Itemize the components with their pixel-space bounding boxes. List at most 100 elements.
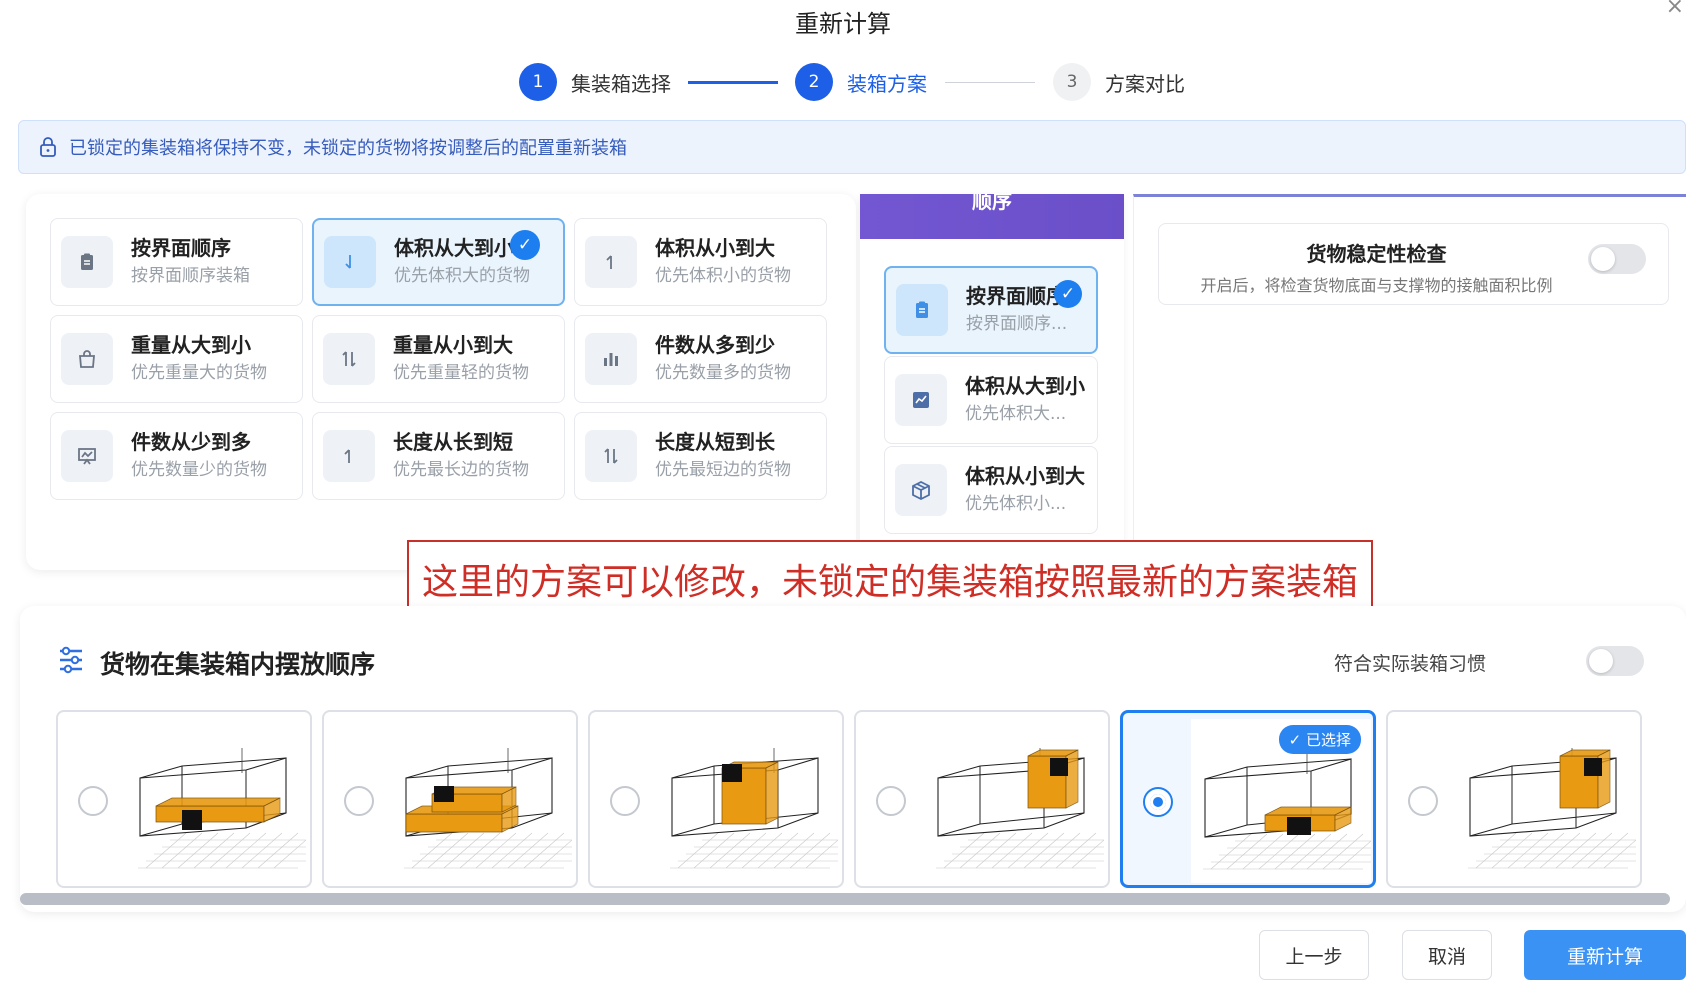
trend-icon xyxy=(895,374,947,426)
order-option-desc: 优先体积大... xyxy=(965,404,1067,424)
container-preview-image xyxy=(392,718,576,882)
recalculate-button[interactable]: 重新计算 xyxy=(1524,930,1686,980)
order-option-card[interactable]: 按界面顺序按界面顺序... ✓ xyxy=(884,266,1098,354)
arrow-up-icon xyxy=(585,236,637,288)
lock-notice: 已锁定的集装箱将保持不变，未锁定的货物将按调整后的配置重新装箱 xyxy=(18,120,1686,174)
bag-icon xyxy=(61,333,113,385)
sort-option-card[interactable]: 体积从大到小 优先体积大的货物 ✓ xyxy=(312,218,565,306)
arrow-up-icon xyxy=(323,430,375,482)
sort-option-desc: 优先重量大的货物 xyxy=(131,363,267,383)
notice-text: 已锁定的集装箱将保持不变，未锁定的货物将按调整后的配置重新装箱 xyxy=(69,138,627,159)
lock-icon xyxy=(40,137,56,157)
step-2-label: 装箱方案 xyxy=(847,71,927,96)
container-preview-image xyxy=(126,718,310,882)
presentation-icon xyxy=(61,430,113,482)
bar-chart-icon xyxy=(585,333,637,385)
stability-panel: 货物稳定性检查 开启后，将检查货物底面与支撑物的接触面积比例 xyxy=(1133,194,1686,576)
sort-option-card[interactable]: 重量从大到小优先重量大的货物 xyxy=(50,315,303,403)
step-1: 1 集装箱选择 xyxy=(519,63,671,101)
sort-option-desc: 优先最长边的货物 xyxy=(393,460,529,480)
step-3-label: 方案对比 xyxy=(1105,71,1185,96)
sort-option-title: 件数从少到多 xyxy=(131,430,251,454)
sort-option-card[interactable]: 体积从小到大优先体积小的货物 xyxy=(574,218,827,306)
container-preview-image xyxy=(924,718,1108,882)
sort-option-card[interactable]: 长度从长到短优先最长边的货物 xyxy=(312,412,565,500)
sort-option-desc: 优先数量多的货物 xyxy=(655,363,791,383)
cancel-button[interactable]: 取消 xyxy=(1402,930,1492,980)
sort-option-title: 长度从长到短 xyxy=(393,430,513,454)
clipboard-icon xyxy=(61,236,113,288)
prev-step-button[interactable]: 上一步 xyxy=(1259,930,1369,980)
step-3: 3 方案对比 xyxy=(1053,63,1185,101)
container-preview-image xyxy=(1456,718,1640,882)
step-3-number: 3 xyxy=(1053,63,1091,101)
clipboard-icon xyxy=(896,284,948,336)
order-panel: 顺序 按界面顺序 按界面顺序... ✓ 体积从大到小 优先体积大... 体积从小到大 优先体… xyxy=(860,194,1124,579)
stability-title: 货物稳定性检查 xyxy=(1306,242,1447,266)
placement-option-radio[interactable] xyxy=(610,786,640,816)
placement-option-radio[interactable] xyxy=(78,786,108,816)
close-icon[interactable]: × xyxy=(1666,0,1684,19)
sort-option-title: 长度从短到长 xyxy=(655,430,775,454)
stability-toggle[interactable] xyxy=(1588,244,1646,274)
placement-option-card[interactable]: ✓ 已选择 xyxy=(1120,710,1376,888)
order-option-desc: 按界面顺序... xyxy=(966,314,1068,334)
placement-option-radio[interactable] xyxy=(1143,787,1173,817)
step-connector-done xyxy=(688,80,778,84)
step-1-label: 集装箱选择 xyxy=(571,71,671,96)
order-option-title: 按界面顺序 xyxy=(966,284,1066,308)
placement-option-card[interactable] xyxy=(56,710,312,888)
horizontal-scrollbar[interactable] xyxy=(20,893,1670,905)
stability-desc: 开启后，将检查货物底面与支撑物的接触面积比例 xyxy=(1200,276,1553,295)
placement-option-card[interactable] xyxy=(588,710,844,888)
sort-option-title: 按界面顺序 xyxy=(131,236,231,260)
order-panel-header: 顺序 xyxy=(860,194,1124,239)
step-2: 2 装箱方案 xyxy=(795,63,927,101)
placement-title: 货物在集装箱内摆放顺序 xyxy=(100,650,376,679)
sort-option-title: 体积从小到大 xyxy=(655,236,775,260)
order-option-card[interactable]: 体积从小到大优先体积小... xyxy=(884,446,1098,534)
check-icon: ✓ xyxy=(1054,280,1082,308)
annotation-text: 这里的方案可以修改，未锁定的集装箱按照最新的方案装箱 xyxy=(421,561,1358,603)
placement-option-card[interactable] xyxy=(1386,710,1642,888)
stepper: 1 集装箱选择 2 装箱方案 3 方案对比 xyxy=(519,60,1185,104)
sort-option-desc: 优先体积大的货物 xyxy=(394,266,530,286)
step-connector-todo xyxy=(945,81,1035,83)
arrow-down-icon xyxy=(324,236,376,288)
stability-card: 货物稳定性检查 开启后，将检查货物底面与支撑物的接触面积比例 xyxy=(1158,223,1669,305)
step-1-number: 1 xyxy=(519,63,557,101)
sort-options-grid: 按界面顺序 按界面顺序装箱 体积从大到小 优先体积大的货物 ✓ 体积从小到大 优先体积小的货… xyxy=(50,218,827,500)
step-2-number: 2 xyxy=(795,63,833,101)
placement-option-radio[interactable] xyxy=(1408,786,1438,816)
container-preview-image xyxy=(658,718,842,882)
habit-label: 符合实际装箱习惯 xyxy=(1333,653,1486,675)
sort-option-desc: 优先重量轻的货物 xyxy=(393,363,529,383)
dialog-title: 重新计算 xyxy=(795,10,891,38)
sort-strategy-panel: 按界面顺序 按界面顺序装箱 体积从大到小 优先体积大的货物 ✓ 体积从小到大 优先体积小的货… xyxy=(26,194,856,570)
check-icon: ✓ xyxy=(510,230,540,260)
sort-arrows-icon xyxy=(323,333,375,385)
order-option-title: 体积从大到小 xyxy=(965,374,1085,398)
sort-option-title: 重量从小到大 xyxy=(393,333,513,357)
sort-option-card[interactable]: 件数从少到多优先数量少的货物 xyxy=(50,412,303,500)
selected-badge: ✓ 已选择 xyxy=(1278,725,1361,754)
sort-arrows-icon xyxy=(585,430,637,482)
order-option-card[interactable]: 体积从大到小优先体积大... xyxy=(884,356,1098,444)
placement-option-card[interactable] xyxy=(322,710,578,888)
sort-option-card[interactable]: 重量从小到大优先重量轻的货物 xyxy=(312,315,565,403)
sort-option-card[interactable]: 按界面顺序 按界面顺序装箱 xyxy=(50,218,303,306)
sort-option-title: 重量从大到小 xyxy=(131,333,251,357)
placement-option-radio[interactable] xyxy=(876,786,906,816)
placement-option-card[interactable] xyxy=(854,710,1110,888)
order-option-title: 体积从小到大 xyxy=(965,464,1085,488)
sort-option-desc: 优先最短边的货物 xyxy=(655,460,791,480)
sort-option-card[interactable]: 长度从短到长优先最短边的货物 xyxy=(574,412,827,500)
sort-option-desc: 优先体积小的货物 xyxy=(655,266,791,286)
habit-toggle[interactable] xyxy=(1586,646,1644,676)
placement-option-radio[interactable] xyxy=(344,786,374,816)
sort-option-desc: 优先数量少的货物 xyxy=(131,460,267,480)
box-icon xyxy=(895,464,947,516)
sort-option-card[interactable]: 件数从多到少 优先数量多的货物 xyxy=(574,315,827,403)
placement-options: ✓ 已选择 xyxy=(56,710,1642,888)
order-option-desc: 优先体积小... xyxy=(965,494,1067,514)
